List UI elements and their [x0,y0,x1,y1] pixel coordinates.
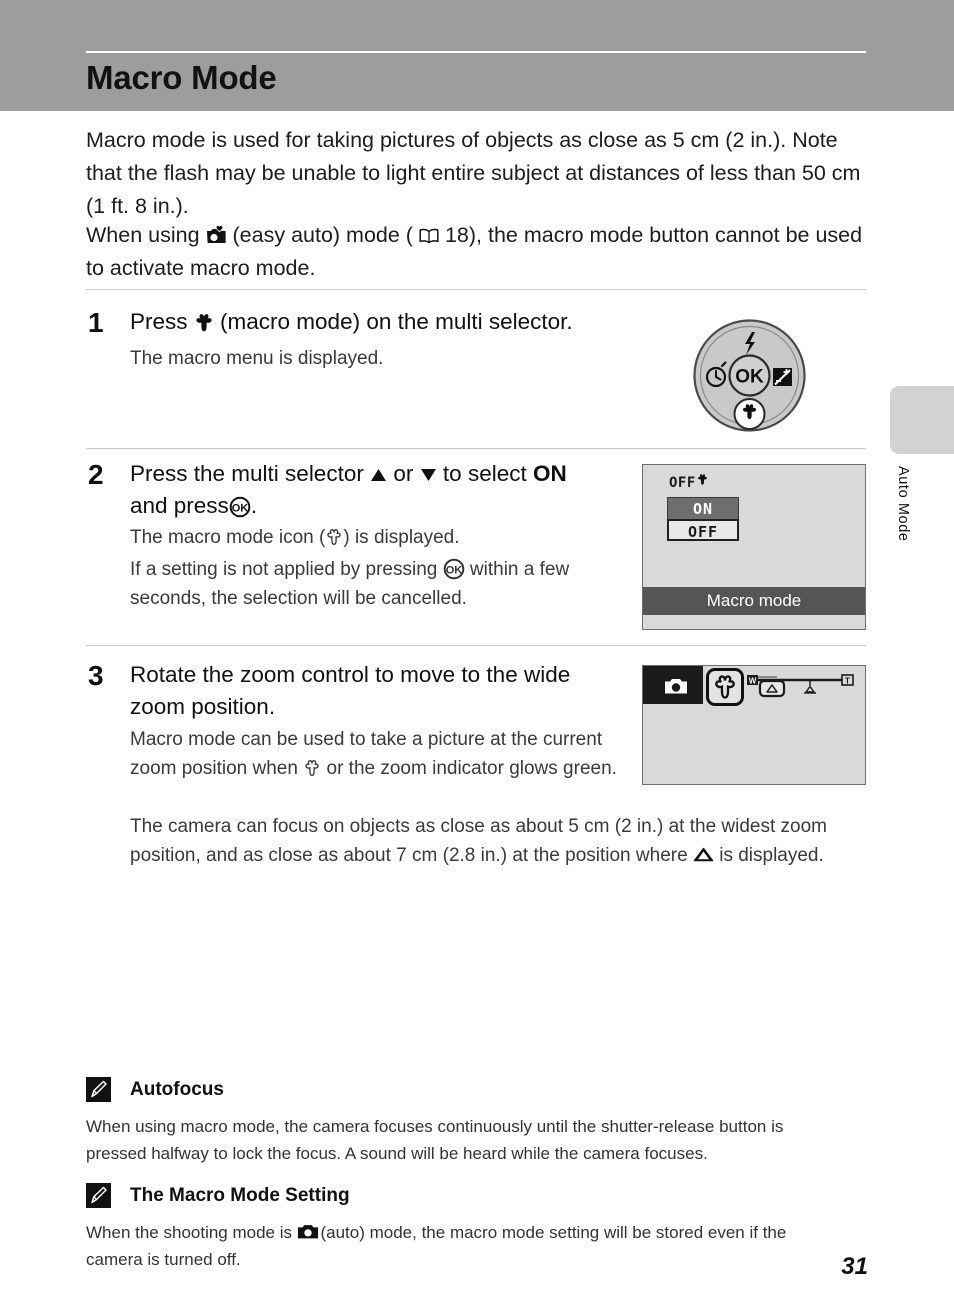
header-rule [86,51,866,53]
macro-tulip-small-icon [696,473,709,486]
note-pencil-icon-2 [86,1183,111,1208]
macro-tulip-icon [194,309,214,332]
step-2-body-a-text2: ) is displayed. [343,527,460,548]
intro-text-c: ), the macro mode button cannot be used … [86,223,863,280]
step-1-title-a: Press [130,309,188,334]
exposure-compensation-icon [773,368,792,386]
macro-button-highlight [733,398,766,430]
page-title: Macro Mode [86,59,277,96]
macro-mode-menu-screenshot: OFF ON OFF Macro mode [642,464,866,630]
arrow-down-icon [420,460,437,481]
note-pencil-icon-1 [86,1077,111,1102]
note-2-text-a: When the shooting mode is [86,1223,293,1242]
divider-above-step-3 [86,645,866,646]
svg-text:OK: OK [735,367,764,388]
svg-text:T: T [845,676,850,685]
divider-above-step-1 [86,289,866,290]
section-tab-label: Auto Mode [895,466,911,542]
macro-menu-caption: Macro mode [643,587,865,615]
step-2-body-a-text1: The macro mode icon ( [130,527,326,548]
step-2-title-or: or [393,461,414,486]
svg-text:OK: OK [445,565,462,577]
step-3-body-b-text2: is displayed. [719,845,824,866]
macro-tulip-icon-large [712,674,738,700]
multi-selector-dial-illustration: OK [691,317,808,434]
intro-reference-page: 18 [444,223,469,247]
note-body-autofocus: When using macro mode, the camera focuse… [86,1117,784,1163]
note-title-autofocus: Autofocus [130,1079,224,1100]
landscape-indicator-icon [693,842,714,862]
note-body-macro-setting: When the shooting mode is (auto) mode, t… [86,1219,846,1273]
step-2-body-b: If a setting is not applied by pressing … [130,555,610,613]
step-2-title-d: . [250,493,258,518]
step-3-title: Rotate the zoom control to move to the w… [130,662,571,719]
step-1-title: Press (macro mode) on the multi selector… [130,306,600,338]
step-2-title-a: Press the multi selector [130,461,364,486]
shooting-mode-indicator [643,666,703,704]
intro-text-b: (easy auto) mode ( [232,223,413,247]
step-3-number: 3 [88,660,104,691]
zoom-indicator-bar: W T [747,673,857,703]
step-2-body-a: The macro mode icon ( ) is displayed. [130,523,620,552]
svg-text:OK: OK [232,503,249,515]
step-1-body: The macro menu is displayed. [130,348,384,369]
macro-mode-option-list[interactable]: ON OFF [667,497,739,541]
step-2-title-b: to select [442,461,527,486]
auto-camera-icon [664,677,687,694]
ok-button: OK [728,354,771,397]
intro-paragraph-2: When using (easy auto) mode ( 18), the m… [86,219,870,285]
intro-text-a: When using [86,223,200,247]
auto-camera-icon-inline [297,1221,318,1239]
page-number: 31 [841,1253,868,1280]
note-title-macro-setting: The Macro Mode Setting [130,1185,350,1206]
svg-text:W: W [749,676,757,685]
step-2-title: Press the multi selector or to select ON… [130,458,610,522]
step-1-number: 1 [88,307,104,338]
ok-button-icon: OK [229,495,251,518]
step-2-title-c: and press [130,493,229,518]
step-3-body-a: Macro mode can be used to take a picture… [130,725,620,783]
ok-button-icon-2: OK [443,558,465,580]
reference-book-icon [419,221,439,244]
step-3-body-b: The camera can focus on objects as close… [130,812,875,870]
macro-active-indicator [706,668,744,706]
macro-option-off[interactable]: OFF [667,519,739,541]
arrow-up-icon [370,460,387,481]
step-1-title-b: (macro mode) on the multi selector. [220,309,573,334]
intro-paragraph-1: Macro mode is used for taking pictures o… [86,128,861,218]
zoom-indicator-screenshot: W T [642,665,866,785]
macro-menu-top-indicator-text: OFF [669,475,696,491]
easy-auto-icon [206,222,227,243]
divider-above-step-2 [86,448,866,449]
section-tab [890,386,954,454]
macro-tulip-outline-icon [325,526,343,545]
step-3-body-a-text2: or the zoom indicator glows green. [326,758,617,779]
step-2-number: 2 [88,459,104,490]
macro-menu-top-indicator: OFF [669,473,709,491]
step-2-body-b-text1: If a setting is not applied by pressing [130,559,438,580]
macro-tulip-outline-icon-2 [303,757,321,776]
step-2-title-on-value: ON [532,461,567,486]
macro-option-on[interactable]: ON [667,497,739,519]
